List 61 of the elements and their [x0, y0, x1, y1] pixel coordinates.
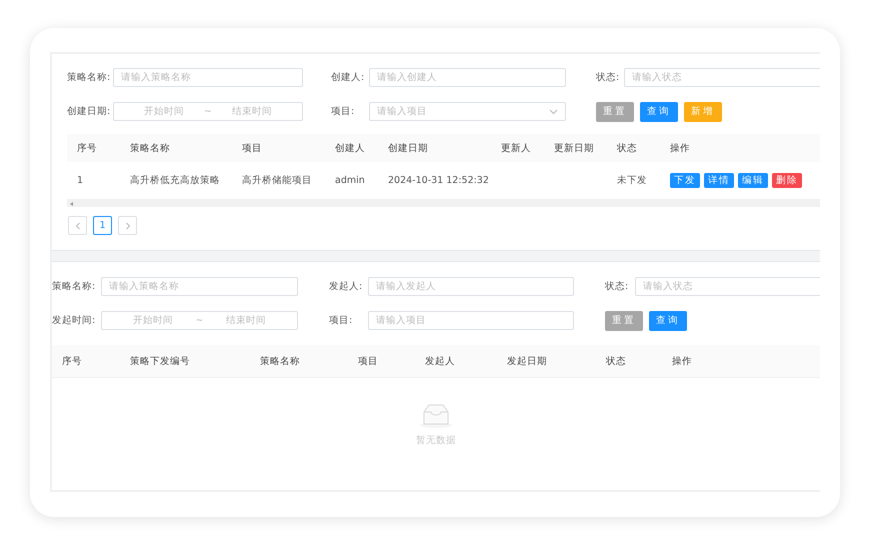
column-header: 状态	[617, 142, 638, 154]
field-label: 策略名称:	[52, 280, 96, 293]
field-label: 策略名称:	[67, 71, 112, 84]
select-field[interactable]: 请输入项目	[369, 102, 566, 121]
input-field[interactable]: 请输入策略名称	[101, 277, 298, 296]
column-header: 序号	[62, 354, 83, 368]
table-cell-text: admin	[335, 175, 366, 186]
input-field[interactable]: 请输入发起人	[368, 277, 574, 296]
field-label: 项目:	[331, 105, 356, 118]
field-label: 状态:	[596, 71, 620, 84]
input-field[interactable]: 请输入状态	[624, 68, 820, 87]
column-header: 操作	[672, 354, 693, 368]
field-label: 创建人:	[331, 71, 366, 84]
action-button[interactable]: 删除	[772, 173, 802, 188]
action-button[interactable]: 编辑	[738, 173, 768, 188]
field-label: 发起时间:	[52, 314, 96, 327]
column-header: 创建日期	[388, 142, 429, 154]
column-header: 策略名称	[130, 142, 171, 154]
column-header: 更新人	[501, 142, 532, 154]
table-cell-text: 未下发	[617, 174, 648, 187]
column-header: 更新日期	[554, 142, 595, 154]
column-header: 序号	[77, 142, 98, 154]
column-header: 策略下发编号	[130, 354, 191, 368]
input-field[interactable]: 请输入策略名称	[113, 68, 303, 87]
search-button[interactable]: 查询	[640, 102, 678, 122]
column-header: 操作	[670, 142, 691, 154]
field-label: 创建日期:	[67, 105, 112, 118]
chevron-left-icon	[74, 222, 80, 230]
field-label: 状态:	[605, 280, 630, 293]
column-header: 项目	[242, 142, 263, 154]
next-page-button[interactable]	[118, 216, 137, 235]
chevron-right-icon	[124, 222, 130, 230]
column-header: 发起人	[425, 354, 456, 368]
chevron-down-icon	[549, 108, 558, 114]
action-button[interactable]: 下发	[670, 173, 700, 188]
reset-button[interactable]: 重置	[605, 310, 643, 330]
input-field[interactable]: 请输入状态	[635, 277, 820, 296]
column-header: 状态	[606, 354, 627, 368]
previous-page-button[interactable]	[68, 216, 87, 235]
column-header: 发起日期	[507, 354, 548, 368]
column-header: 策略名称	[260, 354, 301, 368]
reset-button[interactable]: 重置	[596, 102, 634, 122]
table-cell-text: 1	[77, 175, 84, 186]
column-header: 项目	[358, 354, 379, 368]
empty-inbox-icon	[419, 404, 453, 428]
date-range-field[interactable]: 开始时间 ~ 结束时间	[101, 311, 298, 330]
field-label: 项目:	[329, 314, 354, 327]
table-cell-text: 2024-10-31 12:52:32	[388, 175, 490, 186]
table-cell-text: 高升桥低充高放策略	[130, 174, 221, 187]
table-cell-text: 高升桥储能项目	[242, 174, 313, 187]
add-button[interactable]: 新增	[684, 102, 722, 122]
action-button[interactable]: 详情	[704, 173, 734, 188]
scroll-left-icon	[70, 202, 74, 206]
page-button[interactable]: 1	[93, 216, 112, 235]
input-field[interactable]: 请输入项目	[368, 311, 574, 330]
field-label: 发起人:	[329, 280, 364, 293]
scrollbar[interactable]	[67, 200, 820, 207]
date-range-field[interactable]: 开始时间 ~ 结束时间	[113, 102, 303, 121]
input-field[interactable]: 请输入创建人	[369, 68, 566, 87]
column-header: 创建人	[335, 142, 366, 154]
search-button[interactable]: 查询	[649, 310, 687, 330]
